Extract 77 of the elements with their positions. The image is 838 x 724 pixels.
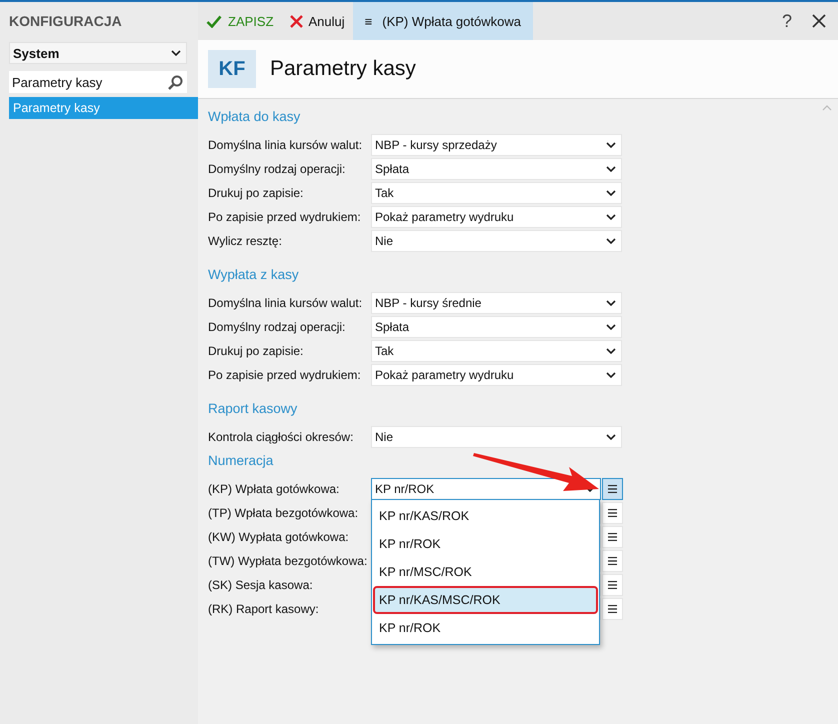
search-icon bbox=[168, 74, 183, 90]
cancel-button[interactable]: Anuluj bbox=[282, 2, 353, 40]
dropdown-value: Spłata bbox=[375, 162, 410, 176]
save-button[interactable]: ZAPISZ bbox=[198, 2, 282, 40]
dropdown-value: Pokaż parametry wydruku bbox=[375, 368, 514, 382]
document-tab[interactable]: ≡ (KP) Wpłata gotówkowa bbox=[352, 2, 533, 40]
dropdown[interactable]: Nie bbox=[371, 230, 622, 252]
dropdown-value: Pokaż parametry wydruku bbox=[375, 210, 514, 224]
field-label: (KP) Wpłata gotówkowa: bbox=[208, 482, 340, 496]
menu-button[interactable] bbox=[602, 478, 623, 500]
dropdown[interactable]: NBP - kursy sprzedaży bbox=[371, 134, 622, 156]
field-label: (RK) Raport kasowy: bbox=[208, 602, 320, 616]
menu-icon bbox=[608, 557, 617, 565]
field-label: (TP) Wpłata bezgotówkowa: bbox=[208, 506, 360, 520]
menu-icon bbox=[608, 485, 617, 493]
dropdown[interactable]: Pokaż parametry wydruku bbox=[371, 206, 622, 228]
dropdown[interactable]: Pokaż parametry wydruku bbox=[371, 364, 622, 386]
chevron-down-icon bbox=[606, 348, 616, 354]
menu-icon bbox=[608, 581, 617, 589]
chevron-down-icon bbox=[606, 372, 616, 378]
dropdown-value: Nie bbox=[375, 234, 394, 248]
category-dropdown[interactable]: System bbox=[9, 42, 187, 64]
close-icon[interactable] bbox=[812, 14, 826, 28]
search-field[interactable]: Parametry kasy bbox=[9, 71, 187, 93]
field-label: Po zapisie przed wydrukiem: bbox=[208, 210, 362, 224]
chevron-down-icon bbox=[606, 214, 616, 220]
field-label: (SK) Sesja kasowa: bbox=[208, 578, 314, 592]
field-label: Po zapisie przed wydrukiem: bbox=[208, 368, 362, 382]
chevron-down-icon bbox=[606, 190, 616, 196]
dropdown-value: NBP - kursy sprzedaży bbox=[375, 138, 497, 152]
dropdown-value: NBP - kursy średnie bbox=[375, 296, 482, 310]
chevron-down-icon bbox=[606, 324, 616, 330]
chevron-down-icon bbox=[606, 300, 616, 306]
dropdown-value: Nie bbox=[375, 430, 394, 444]
field-label: (KW) Wypłata gotówkowa: bbox=[208, 530, 350, 544]
chevron-down-icon bbox=[606, 142, 616, 148]
dropdown[interactable]: Tak bbox=[371, 182, 622, 204]
section-heading: Wypłata z kasy bbox=[208, 267, 300, 284]
field-label: Drukuj po zapisie: bbox=[208, 186, 304, 200]
module-badge: KF bbox=[208, 50, 256, 88]
menu-icon bbox=[608, 509, 617, 517]
field-label: Domyślny rodzaj operacji: bbox=[208, 320, 346, 334]
field-label: Domyślny rodzaj operacji: bbox=[208, 162, 346, 176]
field-label: Domyślna linia kursów walut: bbox=[208, 138, 364, 152]
section-heading: Numeracja bbox=[208, 453, 274, 470]
chevron-down-icon bbox=[171, 50, 181, 56]
dropdown-option[interactable]: KP nr/ROK bbox=[373, 530, 598, 558]
dropdown[interactable]: Tak bbox=[371, 340, 622, 362]
field-label: Domyślna linia kursów walut: bbox=[208, 296, 364, 310]
dropdown[interactable]: NBP - kursy średnie bbox=[371, 292, 622, 314]
dropdown-option[interactable]: KP nr/KAS/ROK bbox=[373, 502, 598, 530]
dropdown-value: KP nr/ROK bbox=[375, 482, 434, 496]
menu-icon bbox=[608, 605, 617, 613]
section-heading: Raport kasowy bbox=[208, 401, 298, 418]
dropdown[interactable]: Spłata bbox=[371, 158, 622, 180]
dropdown[interactable]: Nie bbox=[371, 426, 622, 448]
checkmark-icon bbox=[206, 14, 222, 28]
chevron-down-icon bbox=[606, 238, 616, 244]
dropdown[interactable]: Spłata bbox=[371, 316, 622, 338]
field-label: Wylicz resztę: bbox=[208, 234, 283, 248]
dropdown-option[interactable]: KP nr/KAS/MSC/ROK bbox=[373, 586, 598, 614]
dropdown-option[interactable]: KP nr/ROK bbox=[373, 614, 598, 642]
page-title: Parametry kasy bbox=[270, 57, 416, 81]
menu-icon bbox=[608, 533, 617, 541]
field-label: Drukuj po zapisie: bbox=[208, 344, 304, 358]
chevron-down-icon bbox=[606, 434, 616, 440]
section-heading: Wpłata do kasy bbox=[208, 109, 302, 126]
dropdown-value: Tak bbox=[375, 344, 394, 358]
dropdown-option[interactable]: KP nr/MSC/ROK bbox=[373, 558, 598, 586]
chevron-down-icon bbox=[606, 166, 616, 172]
cross-icon bbox=[290, 14, 303, 28]
sidebar-title: KONFIGURACJA bbox=[9, 12, 123, 31]
dropdown-value: Tak bbox=[375, 186, 394, 200]
help-button[interactable]: ? bbox=[770, 10, 804, 32]
field-label: Kontrola ciągłości okresów: bbox=[208, 430, 354, 444]
dropdown-value: Spłata bbox=[375, 320, 410, 334]
field-label: (TW) Wypłata bezgotówkowa: bbox=[208, 554, 368, 568]
